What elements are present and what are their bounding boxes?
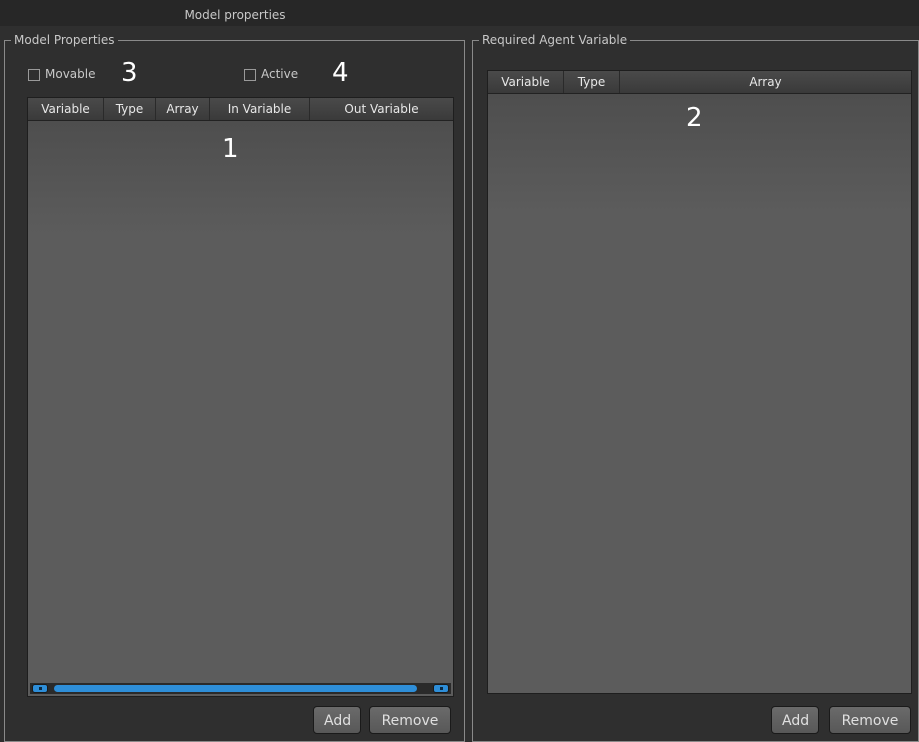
required-agent-variable-table[interactable]: Variable Type Array [487,70,912,694]
model-properties-table-body[interactable] [28,121,453,696]
column-header-array[interactable]: Array [620,71,911,93]
required-agent-variable-group-title: Required Agent Variable [479,33,631,47]
horizontal-scrollbar[interactable] [30,683,451,694]
column-header-out-variable[interactable]: Out Variable [310,98,453,120]
window-title-bar: Model properties [0,0,919,26]
column-header-in-variable[interactable]: In Variable [210,98,310,120]
required-agent-variable-table-header: Variable Type Array [488,71,911,94]
model-properties-group-title: Model Properties [11,33,118,47]
column-header-variable[interactable]: Variable [488,71,564,93]
column-header-variable[interactable]: Variable [28,98,104,120]
movable-label: Movable [45,67,96,81]
active-label: Active [261,67,299,81]
model-properties-table-header: Variable Type Array In Variable Out Vari… [28,98,453,121]
required-agent-variable-add-button[interactable]: Add [771,706,819,734]
model-properties-add-button[interactable]: Add [313,706,361,734]
movable-checkbox-box[interactable] [28,68,40,81]
annotation-4: 4 [332,58,349,88]
scrollbar-thumb[interactable] [54,685,417,692]
active-checkbox-box[interactable] [244,68,256,81]
model-properties-table[interactable]: Variable Type Array In Variable Out Vari… [27,97,454,697]
scroll-right-arrow-icon[interactable] [433,684,449,693]
column-header-array[interactable]: Array [156,98,210,120]
required-agent-variable-remove-button[interactable]: Remove [829,706,911,734]
movable-checkbox[interactable]: Movable [28,67,95,81]
column-header-type[interactable]: Type [104,98,156,120]
annotation-2: 2 [686,103,703,133]
active-checkbox[interactable]: Active [244,67,298,81]
window-title: Model properties [184,8,286,22]
scroll-left-arrow-icon[interactable] [32,684,48,693]
required-agent-variable-table-body[interactable] [488,94,911,693]
annotation-1: 1 [222,134,239,164]
column-header-type[interactable]: Type [564,71,620,93]
annotation-3: 3 [121,58,138,88]
model-properties-remove-button[interactable]: Remove [369,706,451,734]
